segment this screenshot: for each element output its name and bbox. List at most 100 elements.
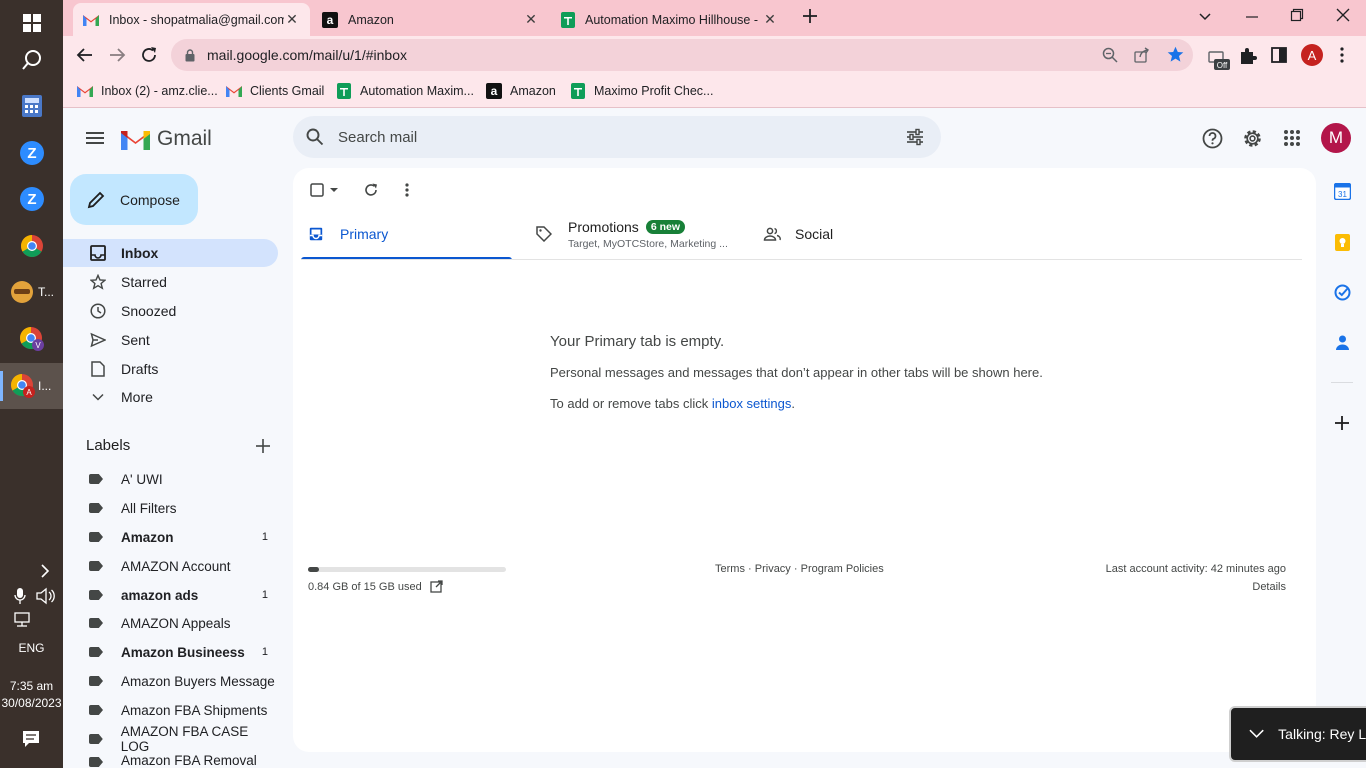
taskbar-chrome-app[interactable] [0,223,63,269]
taskbar-zoom-app-2[interactable]: Z [0,176,63,222]
sheets-icon [561,11,575,28]
reload-button[interactable] [140,46,158,64]
nav-snoozed[interactable]: Snoozed [63,297,278,325]
draft-icon [91,361,105,377]
label-item[interactable]: AMAZON Appeals [63,609,278,637]
label-item[interactable]: AMAZON FBA CASE LOG [63,724,278,754]
support-button[interactable] [1202,128,1223,149]
terms-link[interactable]: Terms [715,563,745,575]
google-apps-button[interactable] [1283,129,1301,147]
nav-sent[interactable]: Sent [63,326,278,354]
browser-tab-amazon[interactable]: a Amazon ✕ [312,3,549,36]
clock-time[interactable]: 7:35 am [0,679,63,693]
tab-primary[interactable]: Primary [301,208,512,260]
label-item[interactable]: AMAZON Account [63,552,278,580]
microphone-icon[interactable] [14,587,26,605]
get-addons-button[interactable] [1335,416,1349,430]
close-tab-icon[interactable]: ✕ [762,11,778,28]
network-icon[interactable] [13,612,33,628]
tab-promotions[interactable]: Promotions 6 new Target, MyOTCStore, Mar… [536,208,736,260]
close-tab-icon[interactable]: ✕ [523,11,539,28]
chrome-icon [20,235,43,257]
taskbar-calculator-app[interactable] [0,83,63,129]
open-in-new-icon[interactable] [430,580,443,593]
refresh-button[interactable] [361,180,381,200]
svg-text:Off: Off [1217,61,1228,70]
restore-button[interactable] [1290,8,1304,22]
nav-more[interactable]: More [63,383,278,411]
language-indicator[interactable]: ENG [0,641,63,655]
notifications-icon[interactable] [22,730,40,748]
taskbar-zoom-app[interactable]: Z [0,130,63,176]
program-policies-link[interactable]: Program Policies [801,563,884,575]
show-hidden-icons-button[interactable] [38,563,52,579]
privacy-link[interactable]: Privacy [755,563,791,575]
tasks-app-icon[interactable] [1334,284,1351,301]
label-item[interactable]: Amazon FBA Shipments [63,696,278,724]
bookmark-star-icon[interactable] [1167,46,1184,63]
more-actions-button[interactable] [397,180,417,200]
empty-state-message: Personal messages and messages that don’… [550,365,1043,380]
side-panel-icon[interactable] [1271,47,1287,63]
nav-starred[interactable]: Starred [63,268,278,296]
taskbar-chrome-profile-app[interactable]: V [0,316,63,362]
talking-notification[interactable]: Talking: Rey Lla [1229,706,1366,762]
bookmark-maximo-profit[interactable]: Maximo Profit Chec... [570,81,713,101]
chrome-profile-avatar[interactable]: A [1301,44,1323,66]
select-all-checkbox[interactable] [309,180,341,200]
label-item[interactable]: Amazon Buyers Message [63,667,278,695]
compose-button[interactable]: Compose [70,174,198,225]
activity-details-link[interactable]: Details [1252,581,1286,593]
nav-drafts[interactable]: Drafts [63,355,278,383]
taskbar-search-button[interactable] [0,37,63,83]
taskbar-chrome-active-app[interactable]: A I... [0,363,63,409]
label-item[interactable]: Amazon FBA Removal [63,753,278,768]
extension-off-icon[interactable]: Off [1208,49,1230,71]
label-item[interactable]: Amazon 1 [63,523,278,551]
bookmark-amazon[interactable]: a Amazon [486,81,556,101]
inbox-settings-link[interactable]: inbox settings [712,396,792,411]
arrow-left-icon [76,48,92,62]
chrome-menu-icon[interactable] [1339,47,1345,63]
speaker-icon[interactable] [36,587,56,605]
label-item[interactable]: All Filters [63,494,278,522]
calendar-app-icon[interactable]: 31 [1334,183,1351,200]
label-item[interactable]: Amazon Busineess 1 [63,638,278,666]
tab-search-button[interactable] [1198,10,1212,24]
gmail-logo[interactable]: Gmail [121,127,212,151]
nav-inbox[interactable]: Inbox [63,239,278,267]
back-button[interactable] [76,46,94,64]
zoom-icon[interactable] [1102,47,1118,63]
storage-usage-bar [308,567,506,572]
share-icon[interactable] [1134,47,1150,63]
tab-social[interactable]: Social [763,208,913,260]
label-tag-icon [89,618,103,628]
bookmark-inbox-amz[interactable]: Inbox (2) - amz.clie... [77,81,218,101]
close-tab-icon[interactable]: ✕ [284,11,300,28]
chevron-down-icon[interactable] [1249,729,1264,739]
address-bar[interactable]: mail.google.com/mail/u/1/#inbox [171,39,1193,71]
contacts-app-icon[interactable] [1335,334,1350,351]
keep-app-icon[interactable] [1335,234,1350,251]
search-mail-bar[interactable]: Search mail [293,116,941,158]
browser-tab-sheets[interactable]: Automation Maximo Hillhouse - ... ✕ [551,3,788,36]
close-window-button[interactable] [1336,8,1350,22]
search-options-icon[interactable] [906,128,924,146]
settings-button[interactable] [1242,128,1263,149]
taskbar-app-t[interactable]: T... [0,269,63,315]
bookmark-clients-gmail[interactable]: Clients Gmail [226,81,324,101]
new-tab-button[interactable] [801,7,819,25]
account-avatar[interactable]: M [1321,123,1351,153]
forward-button[interactable] [108,46,126,64]
bookmark-automation-maximo[interactable]: Automation Maxim... [336,81,474,101]
search-input[interactable]: Search mail [338,129,417,146]
extensions-puzzle-icon[interactable] [1239,47,1257,65]
create-label-button[interactable] [255,438,271,454]
clock-date[interactable]: 30/08/2023 [0,696,63,710]
main-menu-button[interactable] [85,129,105,147]
gmail-logo-icon [121,131,150,150]
browser-tab-inbox[interactable]: Inbox - shopatmalia@gmail.com ✕ [73,3,310,36]
label-item[interactable]: A' UWI [63,465,278,493]
label-item[interactable]: amazon ads 1 [63,581,278,609]
minimize-button[interactable] [1245,10,1259,24]
